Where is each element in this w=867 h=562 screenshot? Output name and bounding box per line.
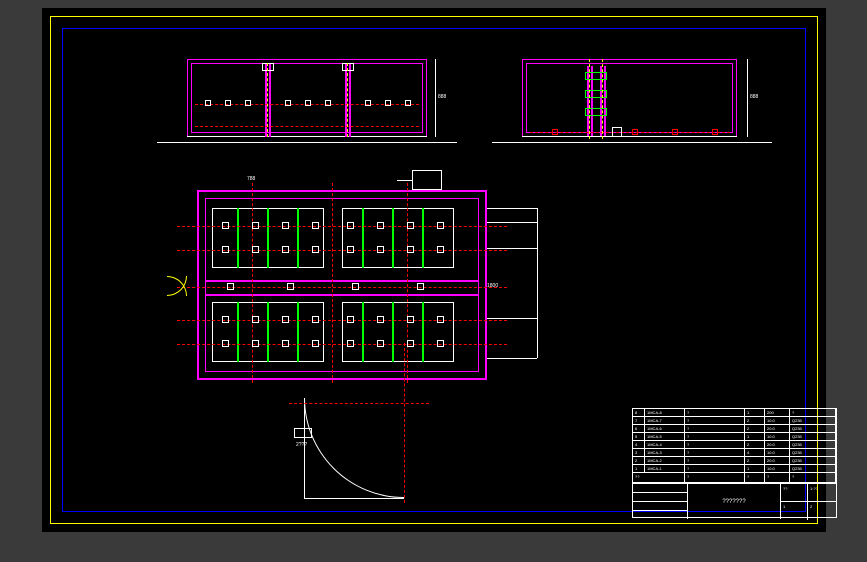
dim-plan-top: 788 [247, 176, 255, 182]
detail-cl-v [404, 343, 405, 503]
ground-line [157, 142, 457, 143]
marker-r [552, 129, 558, 135]
detail-view: 2??? [294, 398, 424, 508]
cap-1 [262, 63, 274, 71]
curve [304, 398, 404, 498]
title-footer: ??????? ??1:?? 12 [633, 483, 836, 519]
annex-top [412, 170, 442, 190]
centerline-h2 [195, 126, 419, 127]
floor-line [187, 136, 427, 137]
box-detail [612, 127, 622, 137]
cad-canvas[interactable]: 888 888 [42, 8, 826, 532]
dim-plan-h: 1800 [487, 283, 498, 289]
elevation-view-1: 888 [187, 54, 427, 144]
dim-ext-r [435, 59, 436, 137]
marker [205, 100, 211, 106]
centerline-2 [530, 132, 730, 133]
project-title: ??????? [688, 484, 781, 519]
bay-lr [342, 302, 454, 362]
corridor-t [205, 280, 479, 282]
detail-cl-h [289, 403, 429, 404]
detail-label: 2??? [296, 442, 307, 448]
detail-box [294, 428, 312, 438]
wall-inner [191, 63, 423, 133]
dim-h2: 888 [750, 94, 758, 100]
axis-1 [267, 63, 268, 137]
title-block: 81MCA-8?1200? 71MCA-7?210.0Q235 61MCA-6?… [632, 408, 837, 518]
elevation-view-2: 888 [522, 54, 737, 144]
plan-view: 788 1800 [197, 198, 487, 388]
floor-line-2 [522, 136, 737, 137]
header-no: ?? [633, 473, 685, 482]
dim-h: 888 [438, 94, 446, 100]
cap-2 [342, 63, 354, 71]
ground-line-2 [492, 142, 772, 143]
bay-ur [342, 208, 454, 268]
corridor-b [205, 294, 479, 296]
